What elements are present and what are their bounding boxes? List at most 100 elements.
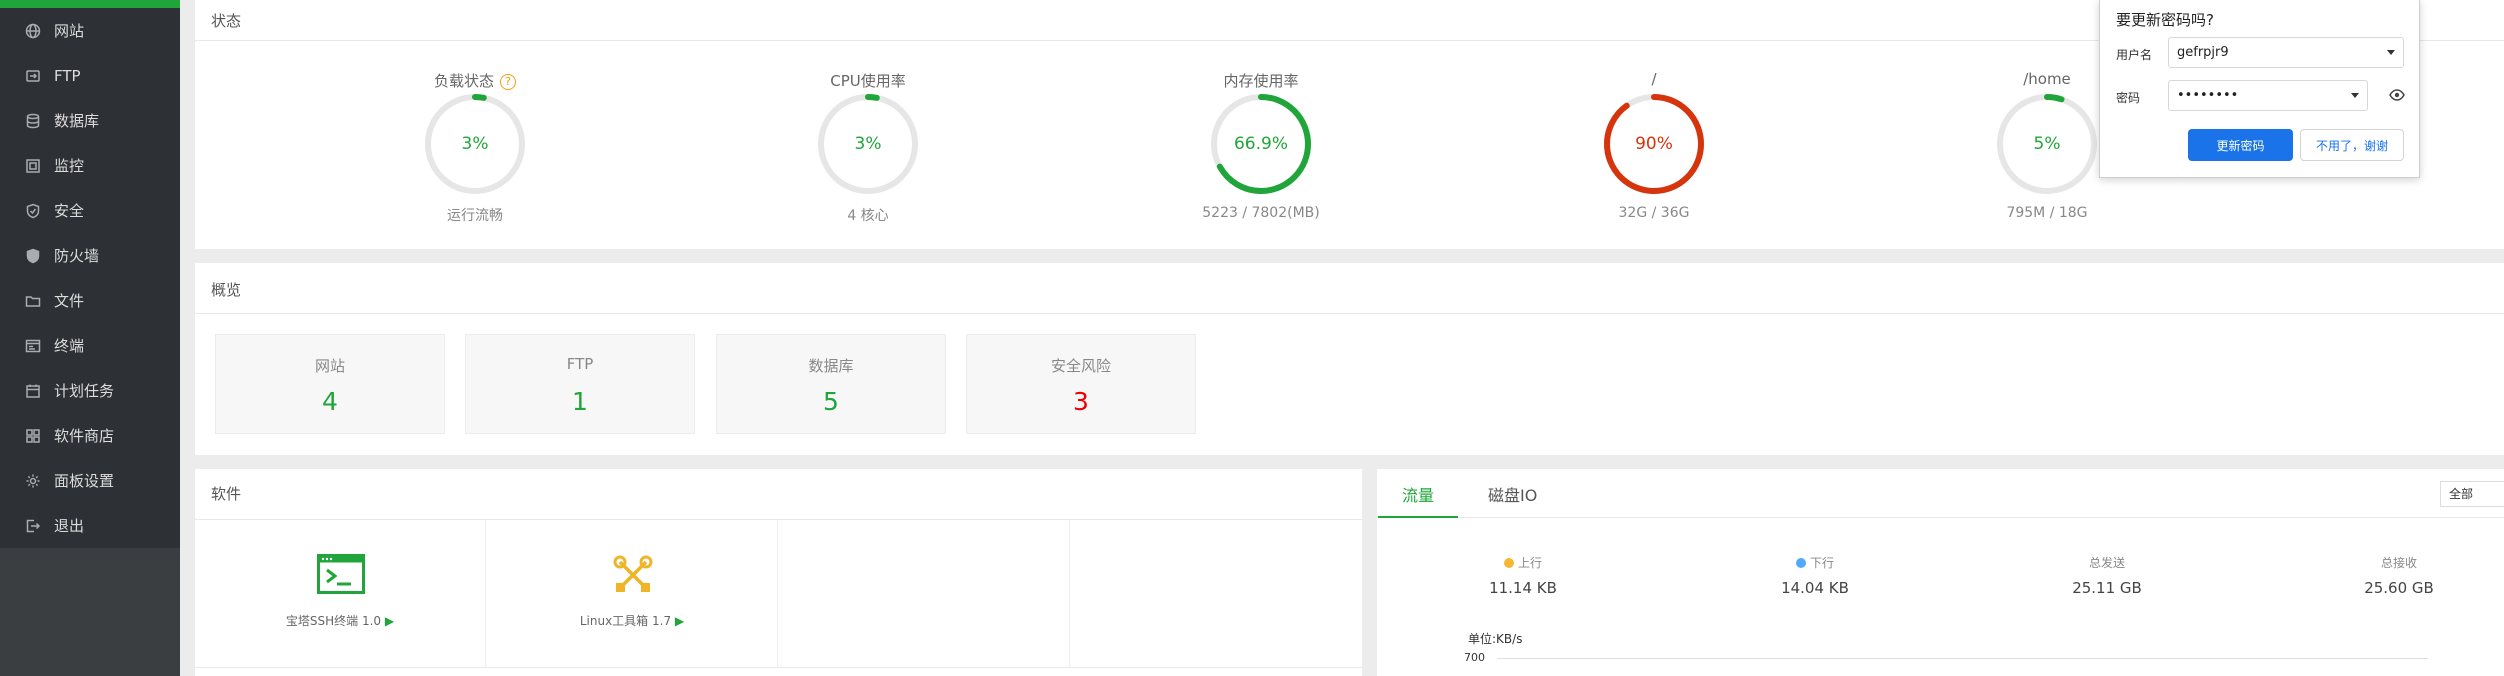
stat-value: 25.11 GB	[2072, 579, 2142, 597]
interface-select[interactable]: 全部	[2440, 481, 2504, 507]
sidebar-item-label: 计划任务	[54, 382, 115, 400]
stat-upload: 上行 11.14 KB	[1453, 554, 1593, 597]
username-value: gefrpjr9	[2177, 45, 2229, 60]
play-icon[interactable]: ▶	[385, 614, 394, 628]
sidebar-item-database[interactable]: 数据库	[0, 98, 180, 143]
sidebar-item-app-store[interactable]: 软件商店	[0, 413, 180, 458]
ftp-icon	[24, 67, 42, 85]
sidebar-item-terminal[interactable]: 终端	[0, 323, 180, 368]
upload-dot-icon	[1503, 557, 1514, 568]
gauge-value: 5%	[2033, 134, 2061, 154]
gauge-cpu[interactable]: CPU使用率 3% 4 核心	[768, 62, 968, 282]
sidebar-item-label: 防火墙	[54, 247, 100, 265]
password-label: 密码	[2116, 91, 2141, 105]
stat-label: 总发送	[2088, 556, 2125, 570]
eye-icon[interactable]	[2389, 89, 2405, 101]
overview-card-websites[interactable]: 网站 4	[215, 334, 445, 434]
firewall-icon	[24, 247, 42, 265]
username-select[interactable]: gefrpjr9	[2168, 37, 2404, 68]
software-title: 软件	[211, 485, 242, 503]
globe-icon	[24, 22, 42, 40]
divider	[1377, 517, 2504, 518]
active-indicator	[0, 0, 180, 8]
software-empty-slot	[1071, 520, 1362, 668]
card-value: 4	[322, 387, 338, 416]
gauge-label: 内存使用率	[1223, 72, 1299, 90]
grid-icon	[24, 427, 42, 445]
gear-icon	[24, 472, 42, 490]
sidebar-item-website[interactable]: 网站	[0, 8, 180, 53]
sidebar-item-label: 网站	[54, 22, 85, 40]
status-title: 状态	[211, 12, 242, 30]
sidebar-item-monitor[interactable]: 监控	[0, 143, 180, 188]
sidebar-item-ftp[interactable]: FTP	[0, 53, 180, 98]
stat-total-received: 总接收 25.60 GB	[2329, 554, 2469, 597]
overview-card-ftp[interactable]: FTP 1	[465, 334, 695, 434]
stat-label: 下行	[1809, 556, 1834, 570]
gauge-value: 66.9%	[1233, 134, 1288, 154]
update-password-button[interactable]: 更新密码	[2188, 129, 2293, 161]
help-icon[interactable]: ?	[500, 73, 516, 90]
toolbox-icon	[613, 555, 653, 592]
tab-disk-io[interactable]: 磁盘IO	[1488, 482, 1537, 506]
chart-y-tick: 700	[1464, 651, 1485, 664]
ssh-terminal-icon	[317, 554, 365, 594]
gauge-sub: 4 核心	[847, 208, 889, 224]
software-name: Linux工具箱 1.7	[579, 614, 672, 628]
card-value: 1	[572, 387, 588, 416]
gauge-value: 90%	[1635, 134, 1673, 154]
gauge-value: 3%	[461, 134, 489, 154]
gauge-sub: 5223 / 7802(MB)	[1202, 205, 1320, 221]
software-item-linux-toolbox[interactable]: Linux工具箱 1.7 ▶	[487, 520, 778, 668]
sidebar-item-logout[interactable]: 退出	[0, 503, 180, 548]
tab-traffic[interactable]: 流量	[1402, 482, 1434, 506]
gauge-label: /	[1651, 70, 1657, 88]
active-tab-indicator	[1378, 516, 1458, 518]
shield-icon	[24, 202, 42, 220]
stat-download: 下行 14.04 KB	[1745, 554, 1885, 597]
software-item-ssh-terminal[interactable]: 宝塔SSH终端 1.0 ▶	[195, 520, 486, 668]
overview-card-databases[interactable]: 数据库 5	[716, 334, 946, 434]
chart-unit-label: 单位:KB/s	[1468, 632, 1523, 646]
sidebar-item-label: 监控	[54, 157, 85, 175]
card-label: FTP	[566, 355, 594, 373]
sidebar-item-firewall[interactable]: 防火墙	[0, 233, 180, 278]
gauge-disk-root[interactable]: / 90% 32G / 36G	[1554, 62, 1754, 282]
sidebar-item-label: 安全	[54, 202, 85, 220]
sidebar-item-label: 终端	[54, 337, 85, 355]
sidebar-item-files[interactable]: 文件	[0, 278, 180, 323]
sidebar-menu: 网站 FTP 数据库 监控 安全 防火墙 文件 终端 计划任务 软件商店 面板设…	[0, 0, 180, 548]
play-icon[interactable]: ▶	[675, 614, 684, 628]
decline-button[interactable]: 不用了，谢谢	[2300, 129, 2404, 161]
gauge-sub: 795M / 18G	[2006, 205, 2088, 221]
gauge-load[interactable]: 负载状态? 3% 运行流畅	[375, 62, 575, 282]
gauge-sub: 运行流畅	[447, 208, 503, 224]
logout-icon	[24, 517, 42, 535]
chevron-down-icon	[2351, 93, 2359, 98]
stat-label: 上行	[1517, 556, 1542, 570]
sidebar-item-panel-settings[interactable]: 面板设置	[0, 458, 180, 503]
chevron-down-icon	[2387, 50, 2395, 55]
stat-value: 25.60 GB	[2364, 579, 2434, 597]
divider	[195, 313, 2504, 314]
sidebar-item-scheduled-tasks[interactable]: 计划任务	[0, 368, 180, 413]
chart-gridline	[1497, 658, 2428, 659]
card-value: 5	[823, 387, 839, 416]
sidebar-item-security[interactable]: 安全	[0, 188, 180, 233]
sidebar-item-label: FTP	[54, 66, 81, 85]
username-label: 用户名	[2116, 48, 2153, 62]
stat-value: 14.04 KB	[1781, 579, 1849, 597]
monitor-icon	[24, 157, 42, 175]
database-icon	[24, 112, 42, 130]
password-select[interactable]: ••••••••	[2168, 80, 2368, 111]
sidebar-item-label: 面板设置	[54, 472, 115, 490]
software-name: 宝塔SSH终端 1.0	[285, 614, 382, 628]
gauge-label: 负载状态	[433, 72, 494, 90]
overview-card-security-risk[interactable]: 安全风险 3	[966, 334, 1196, 434]
gauge-memory[interactable]: 内存使用率 66.9% 5223 / 7802(MB)	[1161, 62, 1361, 282]
card-label: 网站	[314, 357, 345, 375]
sidebar-item-label: 退出	[54, 517, 85, 535]
gauge-sub: 32G / 36G	[1618, 205, 1690, 221]
card-label: 数据库	[808, 357, 854, 375]
stat-label: 总接收	[2380, 556, 2417, 570]
